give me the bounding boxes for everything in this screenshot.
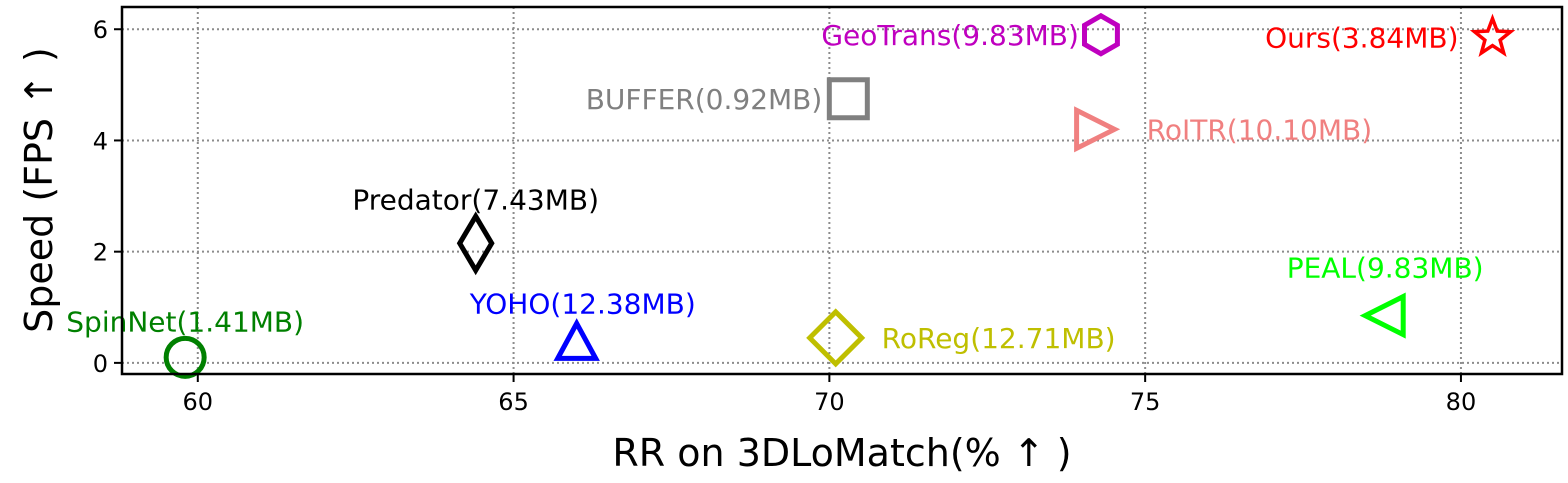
x-tick-label: 65 [498,388,529,416]
scatter-chart: 60 65 70 75 80 0 2 4 6 SpinNet(1.41MB) YOHO(12.38… [17,5,1564,475]
data-point-diamond [806,308,866,368]
point-label: PEAL(9.83MB) [1287,252,1484,285]
point-label: RoReg(12.71MB) [882,322,1116,355]
y-axis-label: Speed (FPS ↑ ) [17,47,61,333]
data-point-star [1469,13,1516,58]
axis-ticks: 60 65 70 75 80 0 2 4 6 [93,16,1477,416]
data-point-square [826,77,870,121]
point-label: Predator(7.43MB) [352,183,599,216]
x-tick-label: 60 [183,388,214,416]
data-point-hexagon [1082,12,1120,57]
y-tick-label: 4 [93,127,108,155]
data-point-thin-diamond [456,211,495,276]
point-labels: SpinNet(1.41MB) YOHO(12.38MB) Predator(7.4… [66,19,1483,355]
point-label: YOHO(12.38MB) [469,287,696,320]
point-label: SpinNet(1.41MB) [66,305,304,338]
y-tick-label: 0 [93,350,108,378]
data-point-triangle-right [1074,106,1121,153]
point-label: GeoTrans(9.83MB) [821,19,1079,52]
x-tick-label: 75 [1130,388,1161,416]
point-label: BUFFER(0.92MB) [586,83,823,116]
point-label: RoITR(10.10MB) [1147,113,1373,146]
x-tick-label: 70 [814,388,845,416]
x-tick-label: 80 [1446,388,1477,416]
point-label: Ours(3.84MB) [1265,22,1458,55]
data-point-triangle-left [1359,292,1406,339]
data-point-triangle-up [553,318,600,361]
y-tick-label: 6 [93,16,108,44]
y-tick-label: 2 [93,239,108,267]
x-axis-label: RR on 3DLoMatch(% ↑ ) [612,431,1071,475]
